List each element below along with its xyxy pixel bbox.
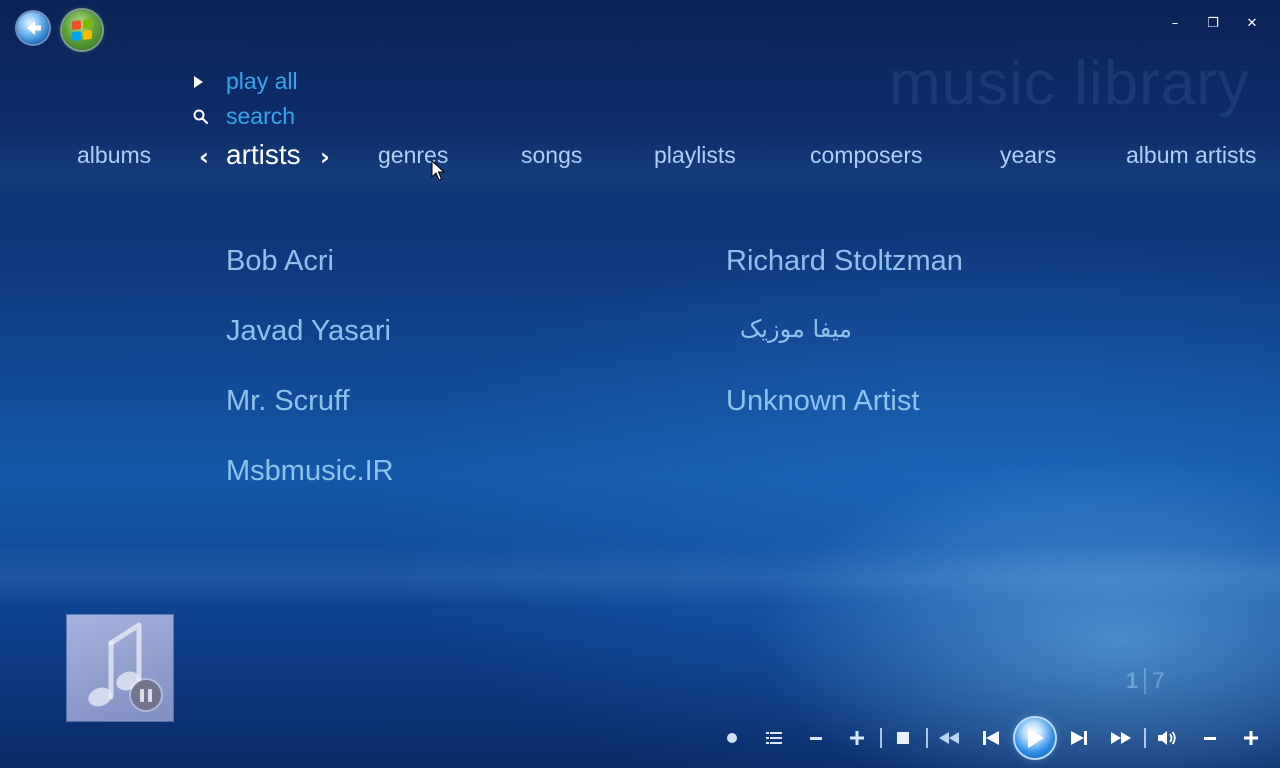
page-indicator: 1 7 [1126,668,1165,694]
back-button[interactable] [17,12,49,44]
category-band [0,130,1280,205]
plus-icon[interactable] [845,726,869,750]
stop-icon[interactable] [891,726,915,750]
artist-item[interactable]: Richard Stoltzman [726,245,963,278]
volume-icon[interactable] [1155,726,1179,750]
category-artists[interactable]: artists [226,139,301,171]
now-playing-band [0,545,1280,605]
chevron-right-icon[interactable]: › [320,143,330,171]
list-icon[interactable] [762,726,786,750]
category-playlists[interactable]: playlists [654,142,736,169]
windows-flag-icon [72,18,92,42]
artist-item[interactable]: Unknown Artist [726,385,919,418]
record-dot-icon[interactable] [720,726,744,750]
chevron-left-icon[interactable]: ‹ [199,143,209,171]
minus-icon[interactable] [804,726,828,750]
transport-separator [926,728,928,748]
play-button[interactable] [1015,718,1055,758]
artist-item[interactable]: Bob Acri [226,245,334,278]
transport-separator [1144,728,1146,748]
mouse-cursor-icon [431,160,445,181]
search-label: search [226,103,296,129]
search-icon [192,108,226,126]
category-albums[interactable]: albums [77,142,151,169]
volume-up-icon[interactable] [1239,726,1263,750]
artist-item[interactable]: Mr. Scruff [226,385,350,418]
category-years[interactable]: years [1000,142,1056,169]
artist-item[interactable]: Msbmusic.IR [226,455,394,488]
artist-item[interactable]: Javad Yasari [226,315,391,348]
artist-item[interactable]: میفا موزیک [726,315,852,343]
windows-start-orb-button[interactable] [62,10,102,50]
transport-separator [880,728,882,748]
rewind-icon[interactable] [937,726,961,750]
category-songs[interactable]: songs [521,142,582,169]
restore-button[interactable]: ❐ [1203,14,1223,34]
page-total: 7 [1152,668,1165,693]
previous-icon[interactable] [979,726,1003,750]
back-arrow-icon [27,21,41,35]
now-playing-thumbnail[interactable] [67,615,173,721]
play-all-action[interactable]: play all [192,68,298,95]
page-current: 1 [1126,668,1139,693]
close-button[interactable]: ✕ [1242,14,1262,34]
play-triangle-icon [192,75,226,89]
category-composers[interactable]: composers [810,142,922,169]
minimize-button[interactable]: – [1165,14,1185,34]
page-separator [1144,668,1147,694]
page-title-watermark: music library [889,49,1250,118]
fast-forward-icon[interactable] [1109,726,1133,750]
search-action[interactable]: search [192,103,295,130]
play-icon [1028,728,1044,748]
pause-icon [131,680,161,710]
play-all-label: play all [226,68,298,94]
category-album-artists[interactable]: album artists [1126,142,1256,169]
next-icon[interactable] [1067,726,1091,750]
volume-down-icon[interactable] [1198,726,1222,750]
